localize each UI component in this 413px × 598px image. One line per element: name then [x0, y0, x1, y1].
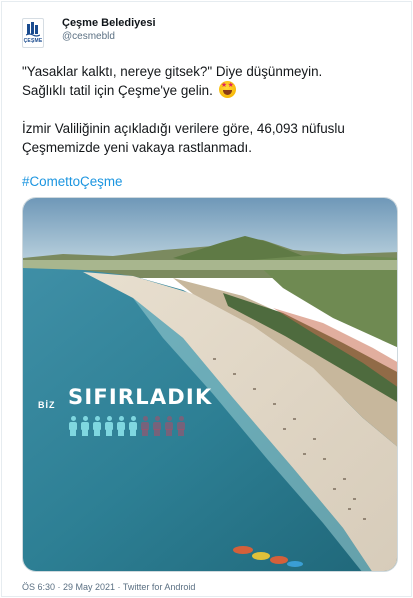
star-struck-emoji-icon: [218, 81, 236, 98]
person-icon: [80, 416, 90, 436]
person-icon: [92, 416, 102, 436]
author-name[interactable]: Çeşme Belediyesi: [62, 16, 156, 30]
person-icon: [140, 416, 150, 436]
person-icon: [176, 416, 186, 436]
person-icon: [104, 416, 114, 436]
hashtag-link[interactable]: #ComettoÇeşme: [22, 172, 392, 191]
tweet-text-line-4: Çeşmemizde yeni vakaya rastlanmadı.: [22, 140, 252, 155]
person-icon: [164, 416, 174, 436]
people-icons-row: [68, 416, 186, 436]
person-icon: [68, 416, 78, 436]
author-handle[interactable]: @cesmebld: [62, 30, 156, 44]
cesme-logo-icon: [26, 22, 40, 37]
tweet-meta-footer[interactable]: ÖS 6:30 · 29 May 2021 · Twitter for Andr…: [22, 582, 195, 592]
tweet-text-line-2-text: Sağlıklı tatil için Çeşme'ye gelin.: [22, 83, 213, 98]
avatar-logo-text: ÇEŞME: [23, 38, 43, 44]
person-icon: [128, 416, 138, 436]
overlay-title: SIFIRLADIK: [68, 385, 213, 409]
person-icon: [152, 416, 162, 436]
overlay-label-small: BİZ: [38, 400, 56, 410]
tweet-text-line-1: "Yasaklar kalktı, nereye gitsek?" Diye d…: [22, 64, 323, 79]
tweet-text-line-2: Sağlıklı tatil için Çeşme'ye gelin.: [22, 81, 392, 100]
person-icon: [116, 416, 126, 436]
tweet-header: ÇEŞME Çeşme Belediyesi @cesmebld: [22, 16, 156, 52]
tweet-text-line-3: İzmir Valiliğinin açıkladığı verilere gö…: [22, 121, 345, 136]
tweet-card[interactable]: ÇEŞME Çeşme Belediyesi @cesmebld "Yasakl…: [1, 1, 412, 597]
avatar[interactable]: ÇEŞME: [22, 18, 44, 48]
